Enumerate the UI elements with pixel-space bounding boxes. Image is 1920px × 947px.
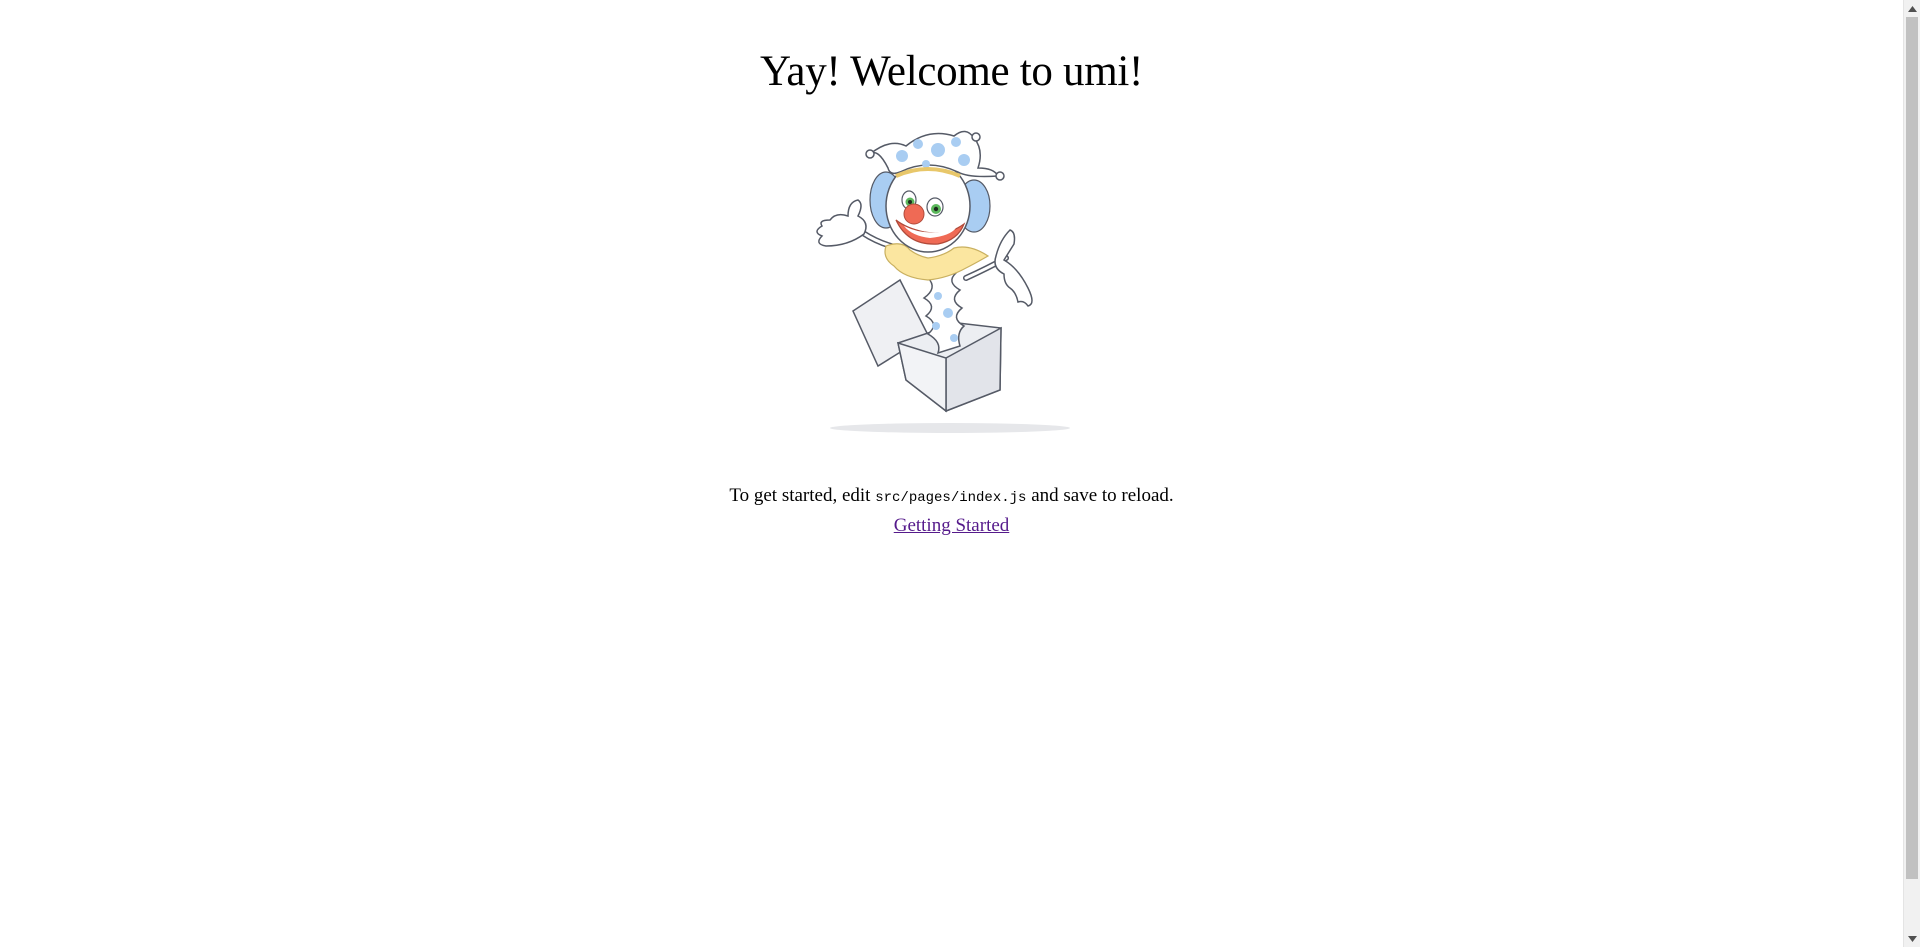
intro-text: To get started, edit src/pages/index.js … bbox=[0, 484, 1903, 510]
getting-started-link[interactable]: Getting Started bbox=[894, 515, 1010, 536]
jester-mascot-icon bbox=[816, 130, 1070, 433]
intro-prefix: To get started, edit bbox=[729, 485, 876, 506]
scroll-down-arrow-icon[interactable] bbox=[1904, 930, 1920, 947]
intro-suffix: and save to reload. bbox=[1026, 485, 1174, 506]
page-title: Yay! Welcome to umi! bbox=[759, 48, 1144, 95]
page-viewport: Yay! Welcome to umi! To get started, edi… bbox=[0, 0, 1903, 947]
file-path-code: src/pages/index.js bbox=[875, 490, 1027, 506]
scrollbar-thumb[interactable] bbox=[1906, 17, 1918, 879]
scroll-up-arrow-icon[interactable] bbox=[1904, 0, 1920, 17]
vertical-scrollbar[interactable] bbox=[1903, 0, 1920, 947]
link-row: Getting Started bbox=[0, 514, 1903, 538]
